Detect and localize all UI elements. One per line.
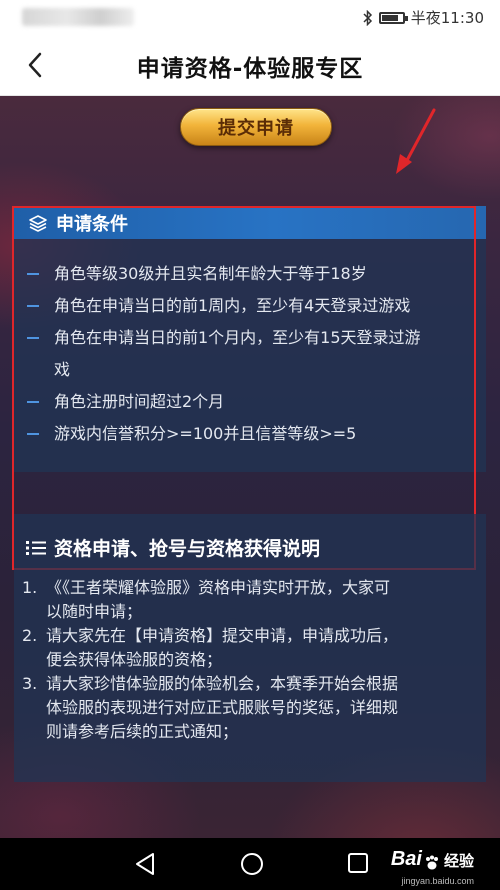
info-line: 体验服的表现进行对应正式服账号的奖惩，详细规 bbox=[46, 698, 399, 717]
watermark-logo: Bai bbox=[390, 848, 422, 870]
condition-text: 角色在申请当日的前1周内，至少有4天登录过游戏 bbox=[54, 296, 411, 315]
annotation-arrow bbox=[396, 108, 436, 174]
info-panel: 资格申请、抢号与资格获得说明 1. 《《王者荣耀体验服》资格申请实时开放，大家可… bbox=[14, 514, 486, 782]
info-line: 《《王者荣耀体验服》资格申请实时开放，大家可 bbox=[46, 578, 391, 597]
baidu-jingyan-watermark: Bai 经验 jingyan.baidu.com bbox=[390, 848, 474, 886]
info-line: 则请参考后续的正式通知； bbox=[46, 722, 239, 741]
blurred-carrier-info bbox=[22, 8, 134, 26]
info-number: 2. bbox=[22, 626, 38, 645]
info-text: 请大家珍惜体验服的体验机会，本赛季开始会根据 体验服的表现进行对应正式服账号的奖… bbox=[46, 672, 478, 744]
circle-home-icon[interactable] bbox=[240, 852, 264, 876]
condition-item: 角色在申请当日的前1个月内，至少有15天登录过游 bbox=[14, 322, 486, 354]
condition-item: 游戏内信誉积分>=100并且信誉等级>=5 bbox=[14, 418, 486, 450]
condition-text: 角色注册时间超过2个月 bbox=[54, 392, 225, 411]
submit-application-button[interactable]: 提交申请 bbox=[180, 108, 332, 146]
condition-text: 游戏内信誉积分>=100并且信誉等级>=5 bbox=[54, 424, 357, 443]
dash-bullet bbox=[27, 401, 39, 403]
info-header: 资格申请、抢号与资格获得说明 bbox=[26, 534, 320, 561]
info-item: 3. 请大家珍惜体验服的体验机会，本赛季开始会根据 体验服的表现进行对应正式服账… bbox=[22, 672, 478, 744]
info-item: 1. 《《王者荣耀体验服》资格申请实时开放，大家可 以随时申请； bbox=[22, 576, 478, 624]
status-right: 半夜11:30 bbox=[363, 7, 484, 28]
condition-text: 角色在申请当日的前1个月内，至少有15天登录过游 bbox=[54, 328, 421, 347]
status-time: 半夜11:30 bbox=[410, 9, 484, 27]
info-title: 资格申请、抢号与资格获得说明 bbox=[54, 538, 321, 560]
paw-icon bbox=[425, 855, 438, 870]
info-line: 便会获得体验服的资格； bbox=[46, 650, 223, 669]
watermark-text: 经验 bbox=[443, 853, 474, 870]
info-line: 请大家先在【申请资格】提交申请，申请成功后， bbox=[46, 626, 399, 645]
conditions-panel: 申请条件 角色等级30级并且实名制年龄大于等于18岁 角色在申请当日的前1周内，… bbox=[14, 206, 486, 472]
main-content: 提交申请 申请条件 角色等级30级并且实名制年龄大于等于18岁 角色在申请当日的… bbox=[0, 96, 500, 838]
info-line: 以随时申请； bbox=[46, 602, 143, 621]
conditions-list: 角色等级30级并且实名制年龄大于等于18岁 角色在申请当日的前1周内，至少有4天… bbox=[14, 258, 486, 450]
header: 申请资格-体验服专区 bbox=[0, 34, 500, 96]
bluetooth-icon bbox=[363, 9, 372, 26]
dash-bullet bbox=[27, 337, 39, 339]
info-number: 1. bbox=[22, 578, 38, 597]
conditions-title: 申请条件 bbox=[56, 213, 128, 235]
condition-item-continued: 戏 bbox=[14, 354, 486, 386]
dash-bullet bbox=[27, 305, 39, 307]
page-title: 申请资格-体验服专区 bbox=[136, 56, 364, 82]
condition-item: 角色在申请当日的前1周内，至少有4天登录过游戏 bbox=[14, 290, 486, 322]
condition-item: 角色等级30级并且实名制年龄大于等于18岁 bbox=[14, 258, 486, 290]
system-nav-bar: Bai 经验 jingyan.baidu.com bbox=[0, 838, 500, 890]
condition-text: 角色等级30级并且实名制年龄大于等于18岁 bbox=[54, 264, 367, 283]
info-line: 请大家珍惜体验服的体验机会，本赛季开始会根据 bbox=[46, 674, 399, 693]
condition-text: 戏 bbox=[54, 360, 71, 379]
battery-icon bbox=[378, 11, 408, 24]
triangle-back-icon[interactable] bbox=[134, 852, 156, 876]
info-text: 请大家先在【申请资格】提交申请，申请成功后， 便会获得体验服的资格； bbox=[46, 624, 478, 672]
info-number: 3. bbox=[22, 674, 38, 693]
dash-bullet bbox=[27, 273, 39, 275]
info-list: 1. 《《王者荣耀体验服》资格申请实时开放，大家可 以随时申请； 2. 请大家先… bbox=[22, 576, 478, 744]
dash-bullet bbox=[27, 433, 39, 435]
watermark-url: jingyan.baidu.com bbox=[401, 876, 474, 886]
info-text: 《《王者荣耀体验服》资格申请实时开放，大家可 以随时申请； bbox=[46, 576, 478, 624]
layers-icon bbox=[29, 214, 47, 232]
status-bar: 半夜11:30 bbox=[0, 0, 500, 34]
conditions-header: 申请条件 bbox=[14, 206, 486, 239]
list-icon bbox=[26, 540, 46, 555]
square-recent-icon[interactable] bbox=[347, 852, 369, 874]
info-item: 2. 请大家先在【申请资格】提交申请，申请成功后， 便会获得体验服的资格； bbox=[22, 624, 478, 672]
condition-item: 角色注册时间超过2个月 bbox=[14, 386, 486, 418]
